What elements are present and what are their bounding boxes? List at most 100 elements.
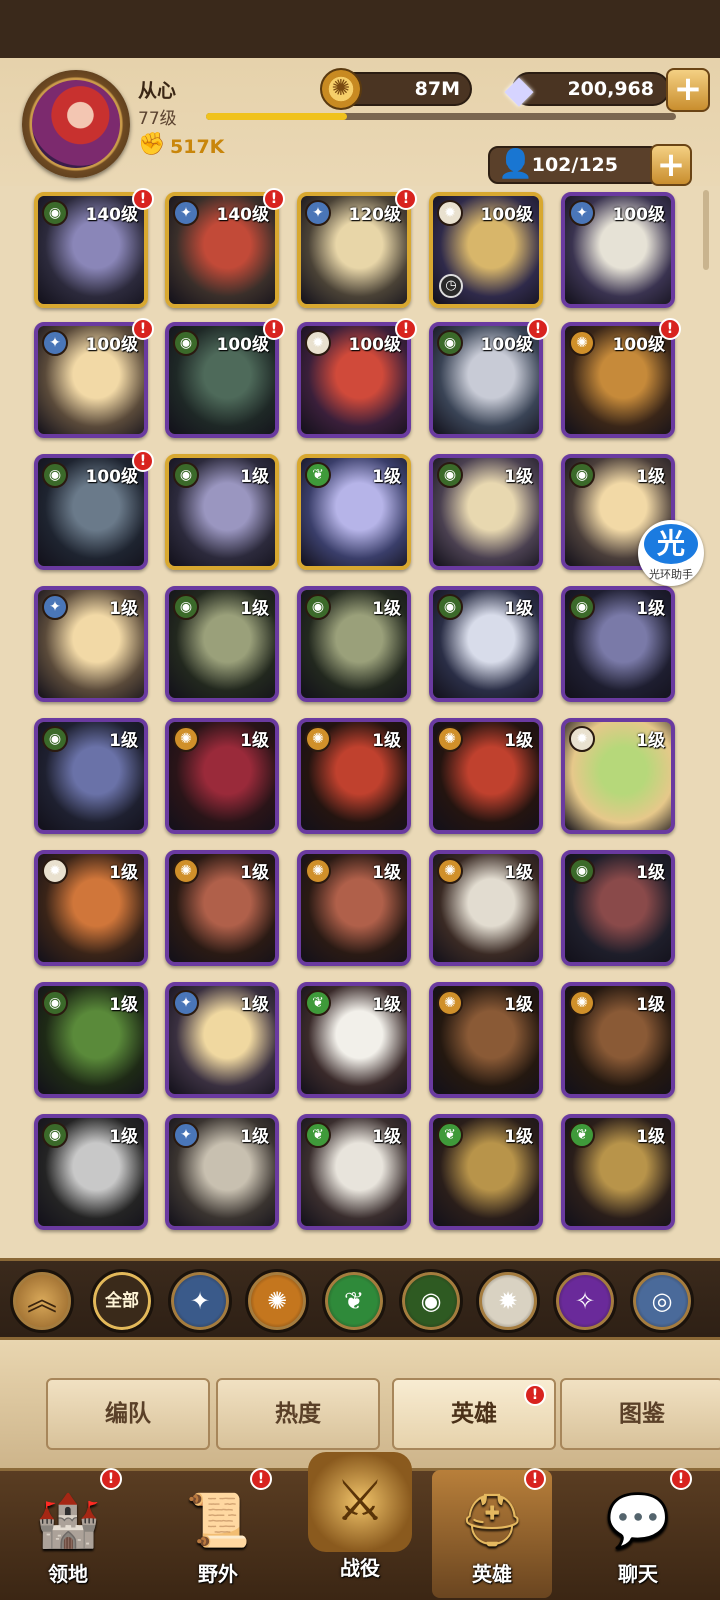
hero-card[interactable]: ❦ 1级 [297, 454, 411, 570]
expand-roster-button[interactable]: + [650, 144, 692, 186]
hero-card[interactable]: ✹ 1级 [561, 718, 675, 834]
mauler-faction-icon: ✺ [305, 858, 331, 884]
hero-card[interactable]: ✦ 120级 [297, 192, 411, 308]
graveborn-faction-icon: ◉ [437, 462, 463, 488]
hero-level: 1级 [372, 1127, 401, 1147]
hero-card[interactable]: ◉ 100级 [34, 454, 148, 570]
hero-level: 1级 [504, 599, 533, 619]
filter-hypogean-icon[interactable]: ✧ [553, 1269, 617, 1333]
hero-level: 1级 [504, 467, 533, 487]
hero-level: 1级 [109, 1127, 138, 1147]
hero-card[interactable]: ◉ 1级 [297, 586, 411, 702]
alert-badge: ! [659, 318, 681, 340]
hero-card[interactable]: ✺ 100级 [561, 322, 675, 438]
filter-lightbearer-icon[interactable]: ✦ [168, 1269, 232, 1333]
filter-graveborn-icon[interactable]: ◉ [399, 1269, 463, 1333]
nav-campaign[interactable]: ⚔ 战役 [300, 1440, 420, 1600]
filter-dimensional-icon[interactable]: ◎ [630, 1269, 694, 1333]
hero-tab-alert-badge: ! [524, 1384, 546, 1406]
filter-wilder-icon[interactable]: ❦ [322, 1269, 386, 1333]
hero-card[interactable]: ◉ 1级 [34, 982, 148, 1098]
celestial-faction-icon: ✹ [305, 330, 331, 356]
hero-card[interactable]: ✦ 100级 [34, 322, 148, 438]
hero-card[interactable]: ✹ 100级 [297, 322, 411, 438]
hero-card[interactable]: ◉ 1级 [34, 1114, 148, 1230]
hero-card[interactable]: ✺ 1级 [297, 718, 411, 834]
wilder-faction-icon: ❦ [569, 1122, 595, 1148]
hero-card[interactable]: ✦ 140级 [165, 192, 279, 308]
hero-level: 1级 [504, 731, 533, 751]
hero-card[interactable]: ✦ 100级 [561, 192, 675, 308]
assistant-float-button[interactable]: 光 光环助手 [638, 520, 704, 586]
mauler-faction-icon: ✺ [173, 726, 199, 752]
hero-card[interactable]: ✺ 1级 [165, 718, 279, 834]
hero-level: 1级 [636, 731, 665, 751]
exp-bar-fill [206, 113, 347, 120]
hero-card[interactable]: ✦ 1级 [34, 586, 148, 702]
hero-level: 100级 [480, 335, 534, 355]
hero-card[interactable]: ❦ 1级 [297, 1114, 411, 1230]
graveborn-faction-icon: ◉ [173, 462, 199, 488]
hero-card[interactable]: ◉ 100级 [165, 322, 279, 438]
filter-all-button[interactable]: 全部 [90, 1269, 154, 1333]
hero-card[interactable]: ◉ 1级 [165, 454, 279, 570]
hero-level: 1级 [240, 863, 269, 883]
mauler-faction-icon: ✺ [569, 990, 595, 1016]
hero-card[interactable]: ✺ 1级 [429, 850, 543, 966]
hero-card[interactable]: ◉ 1级 [429, 454, 543, 570]
collapse-chevron-icon[interactable]: ︽ [10, 1269, 74, 1333]
graveborn-faction-icon: ◉ [305, 594, 331, 620]
alert-badge: ! [132, 450, 154, 472]
hero-card[interactable]: ❦ 1级 [561, 1114, 675, 1230]
hero-level: 120级 [348, 205, 402, 225]
hero-card[interactable]: ✺ 1级 [561, 982, 675, 1098]
hero-level: 1级 [636, 863, 665, 883]
hero-card[interactable]: ✹ 1级 [34, 850, 148, 966]
faction-filter-bar: ︽ 全部 ✦ ✺ ❦ ◉ ✹ ✧ ◎ [0, 1258, 720, 1340]
nav-label: 野外 [198, 1562, 238, 1586]
fist-icon: ✊ [138, 132, 166, 157]
chat-bubble-icon: 💬 [605, 1491, 671, 1551]
castle-icon: 🏰 [35, 1491, 101, 1551]
subtab-3[interactable]: 图鉴 [560, 1378, 720, 1450]
hero-level: 1级 [109, 995, 138, 1015]
wilder-faction-icon: ❦ [437, 1122, 463, 1148]
hero-level: 1级 [109, 863, 138, 883]
hero-card[interactable]: ◉ 1级 [561, 850, 675, 966]
hero-card[interactable]: ❦ 1级 [297, 982, 411, 1098]
player-avatar-frame[interactable] [22, 70, 130, 178]
add-gems-button[interactable]: + [666, 68, 710, 112]
hero-level: 1级 [240, 995, 269, 1015]
hero-card[interactable]: ✺ 1级 [297, 850, 411, 966]
hero-card[interactable]: ✦ 1级 [165, 982, 279, 1098]
hero-card[interactable]: ✺ 1级 [429, 982, 543, 1098]
scrollbar[interactable] [703, 190, 709, 270]
hero-card[interactable]: ◉ 1级 [561, 586, 675, 702]
hero-level: 1级 [240, 1127, 269, 1147]
nav-label: 聊天 [618, 1562, 658, 1586]
hero-card[interactable]: ◉ 140级 [34, 192, 148, 308]
hero-level: 1级 [372, 599, 401, 619]
lightbearer-faction-icon: ✦ [42, 594, 68, 620]
filter-celestial-icon[interactable]: ✹ [476, 1269, 540, 1333]
hero-card[interactable]: ◉ 1级 [165, 586, 279, 702]
hero-level: 1级 [636, 599, 665, 619]
mauler-faction-icon: ✺ [173, 858, 199, 884]
nav-alert-badge: ! [524, 1468, 546, 1490]
hero-card[interactable]: ✺ 1级 [429, 718, 543, 834]
filter-mauler-icon[interactable]: ✺ [245, 1269, 309, 1333]
hero-card[interactable]: ◉ 100级 [429, 322, 543, 438]
hero-card[interactable]: ❦ 1级 [429, 1114, 543, 1230]
nav-label: 领地 [48, 1562, 88, 1586]
subtab-0[interactable]: 编队 [46, 1378, 210, 1450]
hero-card[interactable]: ◉ 1级 [429, 586, 543, 702]
hero-card[interactable]: ✦ 1级 [165, 1114, 279, 1230]
avatar[interactable] [32, 80, 120, 168]
hero-level: 100级 [348, 335, 402, 355]
hero-card[interactable]: ✹ 100级 ◷ [429, 192, 543, 308]
crossed-swords-icon: ⚔ [308, 1452, 412, 1552]
hero-card[interactable]: ◉ 1级 [34, 718, 148, 834]
status-area [0, 0, 720, 58]
hero-card[interactable]: ✺ 1级 [165, 850, 279, 966]
hero-level: 1级 [109, 599, 138, 619]
